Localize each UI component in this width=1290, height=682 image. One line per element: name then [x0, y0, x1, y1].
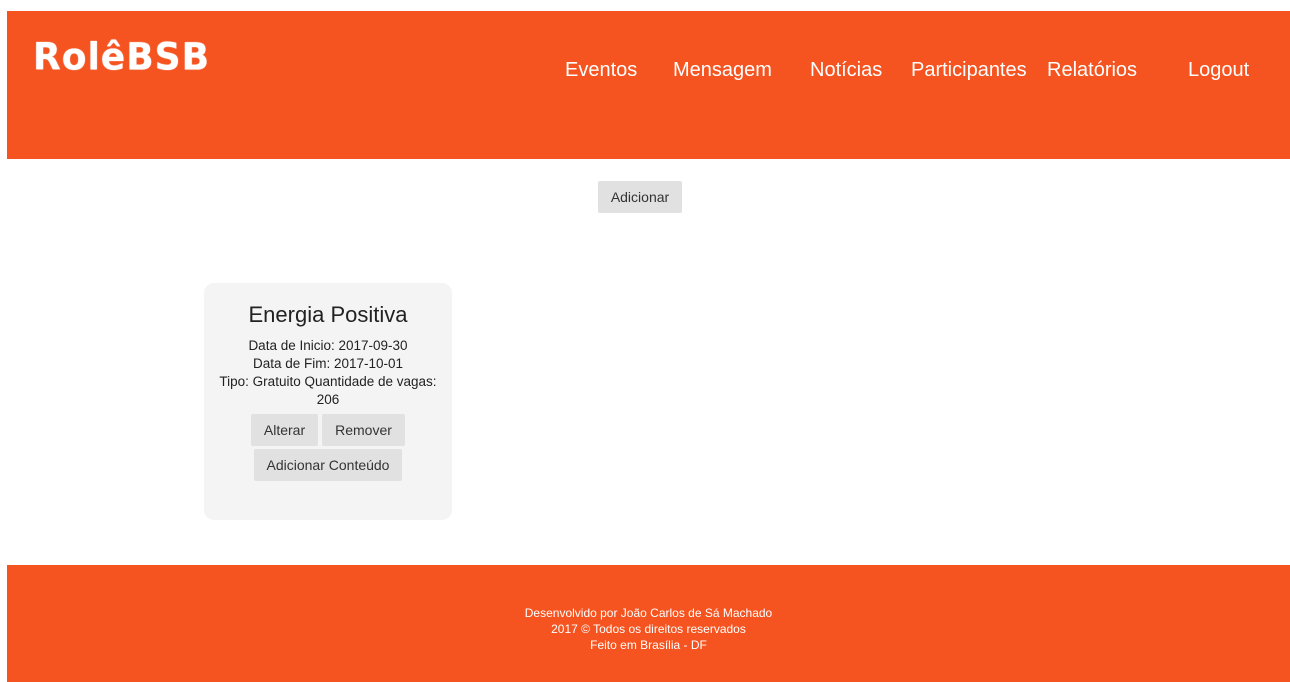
footer-credit: Desenvolvido por João Carlos de Sá Macha… — [524, 606, 773, 620]
add-content-button[interactable]: Adicionar Conteúdo — [254, 449, 402, 481]
nav-link-eventos[interactable]: Eventos — [565, 58, 637, 82]
nav-link-participantes[interactable]: Participantes — [911, 58, 1027, 82]
nav-link-relatorios[interactable]: Relatórios — [1047, 58, 1137, 82]
site-logo[interactable]: RolêBSB — [33, 39, 210, 77]
event-card: Energia Positiva Data de Inicio: 2017-09… — [204, 283, 452, 520]
nav-link-logout[interactable]: Logout — [1188, 58, 1249, 82]
nav-link-noticias[interactable]: Notícias — [810, 58, 882, 82]
header-bar: RolêBSB Eventos Mensagem Notícias Partic… — [7, 11, 1290, 159]
event-vacancies-count: 206 — [316, 392, 340, 407]
event-title: Energia Positiva — [248, 302, 408, 327]
edit-event-button[interactable]: Alterar — [251, 414, 318, 446]
event-end-date: Data de Fim: 2017-10-01 — [252, 356, 404, 371]
footer-location: Feito em Brasília - DF — [590, 638, 707, 652]
page: RolêBSB Eventos Mensagem Notícias Partic… — [0, 0, 1290, 682]
event-type-vacancies-label: Tipo: Gratuito Quantidade de vagas: — [219, 374, 437, 389]
footer-bar: Desenvolvido por João Carlos de Sá Macha… — [7, 565, 1290, 682]
footer-copyright: 2017 © Todos os direitos reservados — [551, 622, 746, 636]
nav-link-mensagem[interactable]: Mensagem — [673, 58, 772, 82]
remove-event-button[interactable]: Remover — [322, 414, 405, 446]
add-event-button[interactable]: Adicionar — [598, 181, 682, 213]
event-start-date: Data de Inicio: 2017-09-30 — [248, 338, 408, 353]
